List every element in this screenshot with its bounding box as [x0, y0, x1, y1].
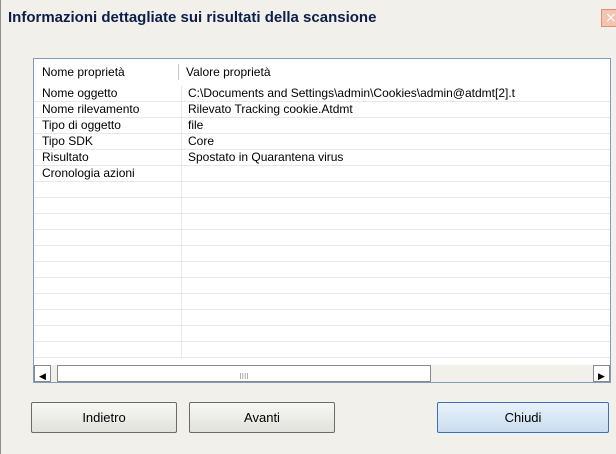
back-button[interactable]: Indietro: [31, 402, 177, 433]
property-value-cell: file: [188, 118, 204, 132]
scan-details-dialog: Informazioni dettagliate sui risultati d…: [0, 0, 616, 454]
chevron-right-icon: ▶: [598, 372, 605, 382]
column-divider[interactable]: [178, 64, 179, 80]
properties-list: Nome proprietà Valore proprietà Nome ogg…: [33, 58, 611, 383]
table-row[interactable]: Risultato Spostato in Quarantena virus: [34, 150, 610, 166]
property-name-cell: Tipo di oggetto: [42, 118, 121, 132]
property-value-cell: Spostato in Quarantena virus: [188, 150, 344, 164]
table-row[interactable]: Nome rilevamento Rilevato Tracking cookie…: [34, 102, 610, 118]
table-row[interactable]: [34, 198, 610, 214]
column-header-property-value[interactable]: Valore proprietà: [186, 59, 271, 85]
close-window-button[interactable]: ×: [601, 9, 616, 27]
table-row[interactable]: [34, 230, 610, 246]
table-row[interactable]: [34, 182, 610, 198]
property-name-cell: Tipo SDK: [42, 134, 93, 148]
property-value-cell: Core: [188, 134, 215, 148]
scrollbar-grip: IIII: [239, 372, 249, 381]
property-name-cell: Nome rilevamento: [42, 102, 140, 116]
property-name-cell: Risultato: [42, 150, 89, 164]
table-row[interactable]: Cronologia azioni: [34, 166, 610, 182]
horizontal-scrollbar[interactable]: ◀ IIII ▶: [34, 365, 610, 382]
close-icon[interactable]: ×: [605, 10, 616, 26]
property-name-cell: Nome oggetto: [42, 86, 118, 100]
title-bar: Informazioni dettagliate sui risultati d…: [1, 0, 616, 34]
property-value-cell: C:\Documents and Settings\admin\Cookies\…: [188, 86, 515, 100]
property-name-cell: Cronologia azioni: [42, 166, 135, 180]
list-header: Nome proprietà Valore proprietà: [34, 59, 610, 85]
next-button[interactable]: Avanti: [189, 402, 335, 433]
table-row[interactable]: [34, 310, 610, 326]
table-row[interactable]: [34, 246, 610, 262]
scroll-left-button[interactable]: ◀: [34, 365, 51, 382]
window-title: Informazioni dettagliate sui risultati d…: [8, 9, 377, 26]
column-header-property-name[interactable]: Nome proprietà: [42, 59, 125, 85]
table-row[interactable]: Tipo di oggetto file: [34, 118, 610, 134]
table-row[interactable]: [34, 326, 610, 342]
close-button[interactable]: Chiudi: [437, 402, 609, 433]
column-gridline: [181, 86, 182, 358]
table-row[interactable]: Tipo SDK Core: [34, 134, 610, 150]
table-row[interactable]: [34, 214, 610, 230]
table-row[interactable]: [34, 278, 610, 294]
scroll-right-button[interactable]: ▶: [593, 365, 610, 382]
chevron-left-icon: ◀: [39, 372, 46, 382]
property-value-cell: Rilevato Tracking cookie.Atdmt: [188, 102, 353, 116]
scrollbar-thumb[interactable]: IIII: [57, 365, 431, 382]
table-row[interactable]: Nome oggetto C:\Documents and Settings\ad…: [34, 86, 610, 102]
table-row[interactable]: [34, 342, 610, 358]
table-row[interactable]: [34, 262, 610, 278]
table-row[interactable]: [34, 294, 610, 310]
list-body: Nome oggetto C:\Documents and Settings\ad…: [34, 86, 610, 358]
